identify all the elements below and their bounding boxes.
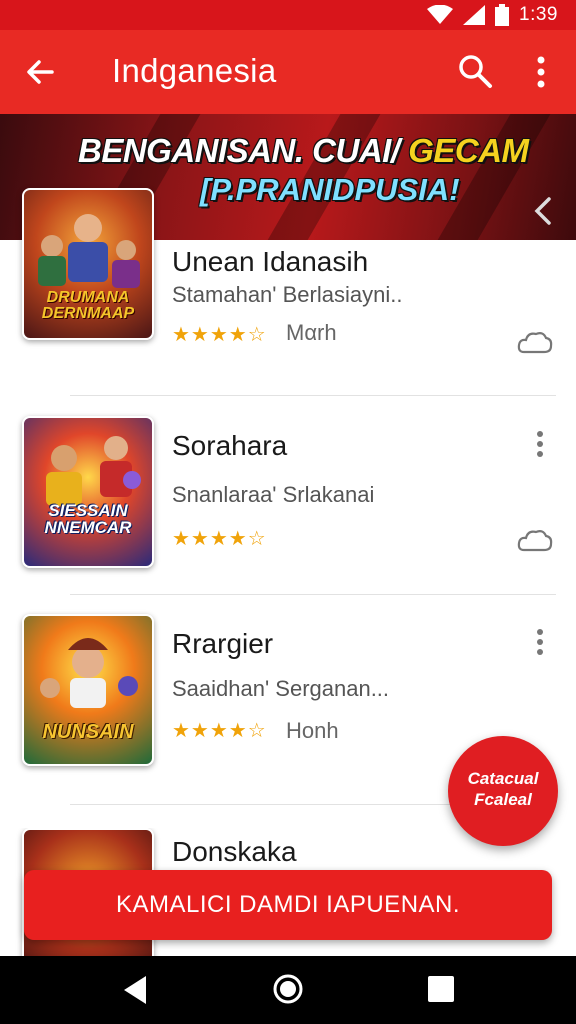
list-item[interactable]: SIESSAIN NNEMCAR Sorahara Snanlaraa' Srl… [0,416,576,612]
battery-icon [495,4,510,26]
rating-stars: ★★★★☆ [172,720,267,742]
nav-recents-icon[interactable] [428,976,454,1002]
back-arrow-icon[interactable] [22,54,58,90]
banner-headline: BENGANISAN. CUAI/ GECAM [78,132,529,170]
more-vert-icon[interactable] [530,628,550,658]
status-bar: 1:39 [0,0,576,30]
banner-headline-main: BENGANISAN. CUAI/ [78,132,400,169]
item-title: Unean Idanasih [172,246,369,277]
app-bar: Indganesia [0,30,576,114]
item-meta: Honh [286,718,339,743]
item-subtitle: Saaidhan' Serganan... [172,676,390,701]
thumbnail-art-text: DRUMANA DERNMAAP [41,289,135,322]
cloud-icon[interactable] [516,526,554,554]
cloud-icon[interactable] [516,328,554,356]
wifi-icon [427,5,454,24]
item-title: Sorahara [172,430,288,461]
more-vert-icon[interactable] [530,430,550,460]
banner-headline-accent: GECAM [408,132,529,169]
rating-stars: ★★★★☆ [172,528,267,550]
search-icon[interactable] [456,52,494,90]
game-thumbnail[interactable]: SIESSAIN NNEMCAR [22,416,154,568]
game-thumbnail[interactable]: DRUMANA DERNMAAP [22,188,154,340]
floating-action-button[interactable]: Catacual Fcaleal [448,736,558,846]
install-button[interactable]: KAMALICI DAMDI IAPUENAN. [24,870,552,940]
thumbnail-art-text: SIESSAIN NNEMCAR [44,501,132,537]
nav-home-icon[interactable] [272,973,304,1005]
item-title: Donskaka [172,836,297,867]
fab-label-line1: Catacual [467,769,539,788]
thumbnail-art-text: NUNSAIN [42,721,134,743]
status-time: 1:39 [519,4,558,25]
list-divider [70,594,556,595]
signal-icon [463,5,486,25]
game-thumbnail[interactable]: NUNSAIN [22,614,154,766]
item-subtitle: Snanlaraa' Srlakanai [172,482,375,507]
app-bar-title: Indganesia [112,52,277,89]
item-subtitle: Stamahan' Berlasiayni.. [172,282,403,307]
fab-label-line2: Fcaleal [474,790,532,809]
rating-stars: ★★★★☆ [172,324,267,346]
item-meta: Mαrh [286,320,337,345]
status-icons: 1:39 [427,4,558,26]
nav-back-icon[interactable] [120,974,150,1006]
more-vert-icon[interactable] [526,54,556,90]
system-nav-bar [0,956,576,1024]
banner-subheadline: [P.PRANIDPUSIA! [200,172,460,207]
list-divider [70,395,556,396]
item-title: Rrargier [172,628,274,659]
list-item[interactable]: DRUMANA DERNMAAP Unean Idanasih Stamahan… [0,188,576,436]
chevron-left-icon[interactable] [532,196,554,226]
